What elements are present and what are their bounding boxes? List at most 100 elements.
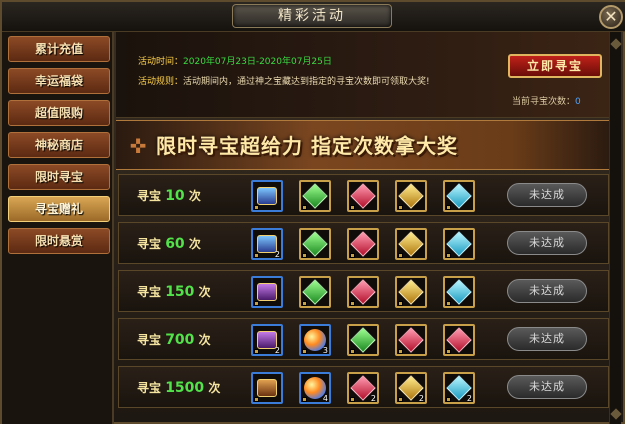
- close-button[interactable]: ✕: [599, 5, 623, 29]
- bound-lock-icon: [254, 253, 259, 258]
- bound-lock-icon: [350, 349, 355, 354]
- bound-lock-icon: [350, 205, 355, 210]
- sidebar-item-limited-treasure-hunt[interactable]: 限时寻宝: [8, 164, 110, 190]
- reward-prefix: 寻宝: [137, 189, 166, 203]
- reward-item-slot[interactable]: [347, 180, 379, 212]
- sidebar-item-mystery-shop[interactable]: 神秘商店: [8, 132, 110, 158]
- banner-title: 限时寻宝超给力 指定次数拿大奖: [156, 134, 458, 158]
- activity-rule-line: 活动规则：活动期间内，通过神之宝藏达到指定的寻宝次数即可领取大奖!: [138, 74, 430, 87]
- bound-lock-icon: [302, 301, 307, 306]
- reward-row: 寻宝 1500 次 4 2 2 2 未达成: [118, 366, 609, 408]
- reward-row: 寻宝 150 次 未达成: [118, 270, 609, 312]
- reward-item-slot[interactable]: [347, 324, 379, 356]
- item-quantity: 2: [418, 394, 424, 403]
- reward-prefix: 寻宝: [137, 285, 166, 299]
- reward-item-slot[interactable]: [299, 228, 331, 260]
- bound-lock-icon: [446, 253, 451, 258]
- reward-count: 150: [165, 284, 195, 300]
- start-treasure-hunt-button[interactable]: 立即寻宝: [508, 54, 602, 78]
- reward-item-slot[interactable]: [395, 180, 427, 212]
- treasure-chest-icon: [257, 187, 277, 205]
- sidebar-item-lucky-bag[interactable]: 幸运福袋: [8, 68, 110, 94]
- reward-row: 寻宝 60 次 2 未达成: [118, 222, 609, 264]
- bound-lock-icon: [398, 397, 403, 402]
- reward-suffix: 次: [194, 285, 211, 299]
- bound-lock-icon: [350, 397, 355, 402]
- scroll-up-arrow-icon[interactable]: [610, 38, 622, 50]
- sidebar: 累计充值 幸运福袋 超值限购 神秘商店 限时寻宝 寻宝赠礼 限时悬赏: [2, 32, 114, 424]
- claim-status-button[interactable]: 未达成: [507, 183, 587, 207]
- hunt-count-label: 当前寻宝次数：: [512, 97, 576, 107]
- bound-lock-icon: [398, 349, 403, 354]
- activity-rule-value: 活动期间内，通过神之宝藏达到指定的寻宝次数即可领取大奖!: [183, 77, 430, 87]
- reward-item-slot[interactable]: [443, 180, 475, 212]
- bound-lock-icon: [398, 205, 403, 210]
- reward-item-slot[interactable]: 2: [347, 372, 379, 404]
- claim-status-button[interactable]: 未达成: [507, 231, 587, 255]
- activity-time-value: 2020年07月23日-2020年07月25日: [183, 57, 332, 67]
- activity-info-panel: 活动时间：2020年07月23日-2020年07月25日 活动规则：活动期间内，…: [116, 32, 611, 118]
- bound-lock-icon: [398, 253, 403, 258]
- reward-item-slot[interactable]: [251, 372, 283, 404]
- reward-threshold-label: 寻宝 10 次: [137, 187, 201, 204]
- reward-item-slot[interactable]: [443, 228, 475, 260]
- reward-item-slot[interactable]: 2: [395, 372, 427, 404]
- reward-item-slot[interactable]: [395, 228, 427, 260]
- activity-time-label: 活动时间：: [138, 57, 184, 67]
- reward-item-slot[interactable]: 2: [251, 228, 283, 260]
- treasure-chest-icon: [257, 379, 277, 397]
- reward-item-slot[interactable]: [443, 276, 475, 308]
- title-bar: 精彩活动 ✕: [2, 2, 625, 32]
- reward-count: 700: [165, 332, 195, 348]
- reward-count: 10: [165, 188, 185, 204]
- bound-lock-icon: [398, 301, 403, 306]
- reward-item-slot[interactable]: 2: [251, 324, 283, 356]
- item-quantity: 4: [322, 394, 328, 403]
- reward-item-slot[interactable]: [251, 180, 283, 212]
- bound-lock-icon: [254, 349, 259, 354]
- reward-item-slot[interactable]: [395, 276, 427, 308]
- scroll-down-arrow-icon[interactable]: [610, 408, 622, 420]
- promo-banner: ✜ 限时寻宝超给力 指定次数拿大奖: [116, 120, 611, 170]
- bound-lock-icon: [302, 205, 307, 210]
- claim-status-button[interactable]: 未达成: [507, 375, 587, 399]
- reward-prefix: 寻宝: [137, 333, 166, 347]
- window-title: 精彩活动: [232, 4, 392, 28]
- reward-item-slot[interactable]: [347, 228, 379, 260]
- reward-row: 寻宝 10 次 未达成: [118, 174, 609, 216]
- sidebar-item-treasure-gift[interactable]: 寻宝赠礼: [8, 196, 110, 222]
- hunt-count-value: 0: [575, 97, 581, 107]
- reward-threshold-label: 寻宝 60 次: [137, 235, 201, 252]
- sidebar-item-limited-purchase[interactable]: 超值限购: [8, 100, 110, 126]
- reward-item-slot[interactable]: [299, 180, 331, 212]
- bound-lock-icon: [302, 253, 307, 258]
- reward-suffix: 次: [184, 189, 201, 203]
- claim-status-button[interactable]: 未达成: [507, 327, 587, 351]
- sidebar-item-limited-bounty[interactable]: 限时悬赏: [8, 228, 110, 254]
- reward-suffix: 次: [194, 333, 211, 347]
- reward-threshold-label: 寻宝 150 次: [137, 283, 211, 300]
- bound-lock-icon: [302, 397, 307, 402]
- item-quantity: 2: [370, 394, 376, 403]
- reward-item-slot[interactable]: 3: [299, 324, 331, 356]
- reward-item-slot[interactable]: [395, 324, 427, 356]
- reward-item-slot[interactable]: [347, 276, 379, 308]
- reward-threshold-label: 寻宝 1500 次: [137, 379, 220, 396]
- activity-rule-label: 活动规则：: [138, 77, 184, 87]
- sidebar-item-cumulative-recharge[interactable]: 累计充值: [8, 36, 110, 62]
- reward-item-slot[interactable]: [299, 276, 331, 308]
- reward-item-slot[interactable]: 2: [443, 372, 475, 404]
- reward-item-slot[interactable]: [251, 276, 283, 308]
- item-quantity: 3: [322, 346, 328, 355]
- reward-item-slot[interactable]: [443, 324, 475, 356]
- bound-lock-icon: [254, 397, 259, 402]
- bound-lock-icon: [446, 349, 451, 354]
- bound-lock-icon: [302, 349, 307, 354]
- claim-status-button[interactable]: 未达成: [507, 279, 587, 303]
- bound-lock-icon: [350, 301, 355, 306]
- scrollbar[interactable]: [609, 32, 622, 424]
- reward-list: 寻宝 10 次未达成 寻宝 60 次 2 未达成 寻宝 150 次未达成 寻宝 700 次…: [116, 174, 611, 424]
- reward-item-slot[interactable]: 4: [299, 372, 331, 404]
- reward-count: 60: [165, 236, 185, 252]
- item-quantity: 2: [274, 346, 280, 355]
